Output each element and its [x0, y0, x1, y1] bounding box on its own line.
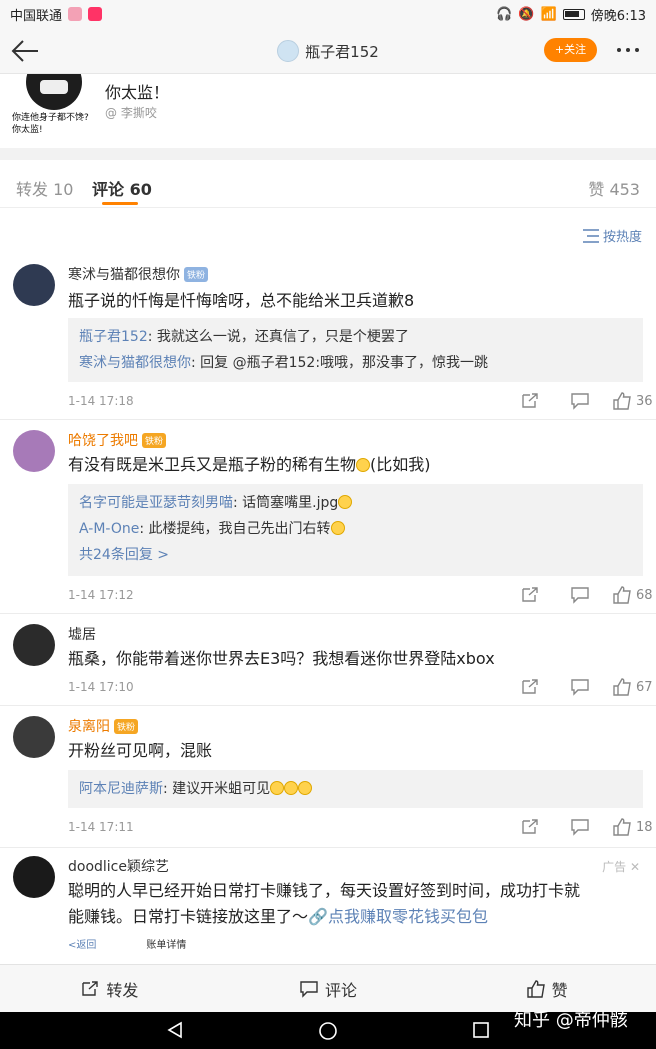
post-text: 你太监！	[105, 83, 170, 102]
reply-box[interactable]: 阿本尼迪萨斯: 建议开米蛆可见	[68, 770, 643, 808]
comment-author[interactable]: 哈饶了我吧 铁粉	[68, 430, 167, 450]
emoji-icon	[270, 781, 285, 795]
ad-label[interactable]: 广告 ✕	[602, 858, 640, 875]
comment-text: 瓶子说的忏悔是忏悔啥呀，总不能给米卫兵道歉8	[68, 291, 415, 310]
notification-icon	[68, 7, 83, 21]
tab-reposts[interactable]: 转发 10	[16, 176, 73, 200]
reply-item: A-M-One: 此楼提纯，我自己先出门右转	[79, 516, 632, 542]
share-icon[interactable]	[520, 392, 540, 410]
comment-icon	[300, 980, 318, 998]
avatar[interactable]	[13, 624, 55, 666]
tab-comments[interactable]: 评论 60	[92, 176, 152, 200]
comment-item: 泉离阳 铁粉 开粉丝可见啊，混账 阿本尼迪萨斯: 建议开米蛆可见 1-14 17…	[0, 706, 656, 848]
comment-icon[interactable]	[570, 586, 590, 604]
emoji-icon	[284, 781, 299, 795]
share-icon[interactable]	[520, 678, 540, 696]
more-options-icon[interactable]	[617, 48, 639, 52]
like-icon[interactable]	[612, 818, 632, 836]
like-count: 67	[636, 679, 653, 695]
comment-time: 1-14 17:18	[68, 394, 134, 408]
follow-button[interactable]: +关注	[544, 38, 597, 62]
bottom-action-bar: 转发 评论 赞	[0, 964, 656, 1012]
emoji-icon	[356, 458, 371, 472]
comment-author[interactable]: 泉离阳 铁粉	[68, 716, 139, 736]
comment-item: 墟居 瓶桑，你能带着迷你世界去E3吗？我想看迷你世界登陆xbox 1-14 17…	[0, 614, 656, 706]
comment-item: 寒沭与猫都很想你 铁粉 瓶子说的忏悔是忏悔啥呀，总不能给米卫兵道歉8 瓶子君15…	[0, 252, 656, 420]
like-count: 18	[636, 819, 653, 835]
fan-badge: 铁粉	[184, 266, 209, 282]
fan-badge: 铁粉	[114, 718, 139, 734]
comment-time: 1-14 17:11	[68, 820, 134, 834]
mute-icon: 🔕	[518, 6, 535, 22]
share-icon[interactable]	[520, 586, 540, 604]
comment-author[interactable]: 寒沭与猫都很想你 铁粉	[68, 264, 209, 284]
divider	[0, 148, 656, 160]
like-icon[interactable]	[612, 392, 632, 410]
reply-item: 名字可能是亚瑟苛刻男喵: 话筒塞嘴里.jpg	[79, 490, 632, 516]
avatar[interactable]	[13, 264, 55, 306]
battery-icon	[562, 8, 585, 20]
tab-active-indicator	[102, 202, 138, 205]
like-icon[interactable]	[612, 678, 632, 696]
comment-text: 瓶桑，你能带着迷你世界去E3吗？我想看迷你世界登陆xbox	[68, 649, 495, 668]
reply-item: 阿本尼迪萨斯: 建议开米蛆可见	[79, 776, 632, 802]
home-icon[interactable]	[318, 1021, 338, 1041]
repost-button[interactable]: 转发	[0, 965, 219, 1012]
headset-icon: 🎧	[496, 6, 513, 22]
emoji-icon	[330, 521, 345, 535]
view-more-replies-link[interactable]: 共24条回复 >	[79, 542, 632, 568]
reply-item: 瓶子君152: 我就这么一说，还真信了，只是个梗罢了	[79, 329, 409, 345]
author-avatar[interactable]	[277, 40, 300, 62]
fan-badge: 铁粉	[142, 432, 167, 448]
tab-likes[interactable]: 赞 453	[588, 176, 640, 200]
comment-item: 哈饶了我吧 铁粉 有没有既是米卫兵又是瓶子粉的稀有生物 (比如我) 名字可能是亚瑟…	[0, 420, 656, 614]
like-count: 68	[636, 587, 653, 603]
watermark: 知乎 @帝仲骸	[514, 1010, 628, 1031]
like-button[interactable]: 赞	[437, 965, 656, 1012]
tab-bar: 转发 10 评论 60 赞 453	[0, 160, 656, 208]
share-icon	[82, 980, 99, 996]
emoji-icon	[338, 495, 353, 509]
comment-author[interactable]: doodlice颖综艺	[68, 856, 169, 876]
emoji-icon	[298, 781, 313, 795]
comment-icon[interactable]	[570, 818, 590, 836]
clock-time: 傍晚6:13	[590, 8, 646, 24]
comment-button[interactable]: 评论	[219, 965, 438, 1012]
like-count: 36	[636, 393, 653, 409]
like-icon[interactable]	[612, 586, 632, 604]
recents-icon[interactable]	[472, 1021, 490, 1039]
page-title-text[interactable]: 瓶子君152	[305, 41, 379, 62]
share-icon[interactable]	[520, 818, 540, 836]
status-bar: 中国联通 🎧 🔕 📶 傍晚6:13	[0, 0, 656, 28]
ad-link[interactable]: 🔗点我赚取零花钱买包包	[308, 907, 488, 926]
carrier-label: 中国联通	[10, 8, 63, 24]
comment-text: 聪明的人早已经开始日常打卡赚钱了，每天设置好签到时间，成功打卡就 能赚钱。日常打…	[68, 881, 581, 926]
comment-text: 有没有既是米卫兵又是瓶子粉的稀有生物 (比如我)	[68, 455, 431, 474]
like-icon	[526, 979, 545, 998]
avatar[interactable]	[13, 856, 55, 898]
reply-box[interactable]: 名字可能是亚瑟苛刻男喵: 话筒塞嘴里.jpg A-M-One: 此楼提纯，我自己…	[68, 484, 643, 576]
wifi-icon: 📶	[540, 6, 557, 22]
avatar[interactable]	[13, 716, 55, 758]
sort-by-hot-button[interactable]: 按热度	[582, 226, 642, 245]
reply-box[interactable]: 瓶子君152: 我就这么一说，还真信了，只是个梗罢了 寒沭与猫都很想你: 回复 …	[68, 318, 643, 382]
comment-time: 1-14 17:10	[68, 680, 134, 694]
nav-bar: 瓶子君152 +关注	[0, 28, 656, 74]
comment-time: 1-14 17:12	[68, 588, 134, 602]
post-author[interactable]: @ 李撕咬	[105, 104, 157, 121]
meme-image[interactable]: 你连他身子都不馋? 你太监!	[12, 74, 96, 144]
sort-icon	[582, 228, 599, 243]
comment-icon[interactable]	[570, 392, 590, 410]
ad-image-strip: <返回 账单详情	[68, 940, 187, 951]
back-icon[interactable]	[166, 1021, 184, 1039]
avatar[interactable]	[13, 430, 55, 472]
comment-author[interactable]: 墟居	[68, 624, 96, 644]
app-icon	[88, 7, 103, 21]
quoted-post[interactable]: 你连他身子都不馋? 你太监! 你太监！ @ 李撕咬	[0, 74, 656, 148]
reply-item: 寒沭与猫都很想你: 回复 @瓶子君152:哦哦，那没事了，惊我一跳	[79, 355, 489, 371]
comment-text: 开粉丝可见啊，混账	[68, 741, 213, 760]
comment-icon[interactable]	[570, 678, 590, 696]
